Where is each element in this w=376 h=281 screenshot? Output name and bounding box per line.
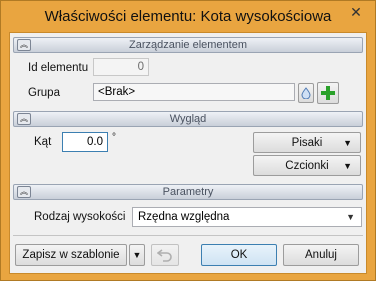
dialog-content: ︽ Zarządzanie elementem Id elementu 0 Gr… [9,32,367,274]
id-field: 0 [93,58,149,76]
ok-button[interactable]: OK [201,244,277,266]
angle-value: 0.0 [87,136,103,148]
cancel-button[interactable]: Anuluj [283,244,359,266]
save-template-label: Zapisz w szablonie [22,249,120,261]
height-type-select[interactable]: Rzędna względna ▼ [132,207,362,227]
chevron-down-icon: ▼ [132,250,142,260]
window-title: Właściwości elementu: Kota wysokościowa [44,7,332,25]
collapse-toggle[interactable]: ︽ [17,39,31,51]
group-picker-button[interactable] [298,83,314,103]
chevron-up-icon: ︽ [20,114,28,123]
chevron-down-icon: ▼ [346,212,355,222]
chevron-up-icon: ︽ [20,40,28,49]
ok-label: OK [230,249,248,261]
section-header-appearance[interactable]: ︽ Wygląd [13,111,363,127]
add-group-button[interactable] [317,82,339,104]
id-value: 0 [137,61,144,73]
collapse-toggle[interactable]: ︽ [17,113,31,125]
height-type-value: Rzędna względna [138,211,230,223]
save-template-menu-button[interactable]: ▼ [129,244,145,266]
pens-button[interactable]: Pisaki ▼ [253,132,361,153]
title-bar[interactable]: Właściwości elementu: Kota wysokościowa … [1,1,375,31]
id-label: Id elementu [28,62,89,74]
undo-icon [157,249,172,262]
group-label: Grupa [28,87,60,99]
angle-input[interactable]: 0.0 [62,132,108,152]
angle-unit: ° [112,132,116,143]
section-title: Zarządzanie elementem [128,39,247,51]
dialog-window: Właściwości elementu: Kota wysokościowa … [0,0,376,281]
group-field[interactable]: <Brak> [93,83,295,101]
chevron-down-icon: ▼ [343,137,352,148]
height-type-label: Rodzaj wysokości [34,211,126,223]
pens-label: Pisaki [291,136,323,149]
plus-icon [321,86,335,100]
fonts-button[interactable]: Czcionki ▼ [253,155,361,176]
close-icon: ✕ [350,3,362,20]
save-template-button[interactable]: Zapisz w szablonie [15,244,127,266]
undo-button[interactable] [151,244,179,266]
section-header-parameters[interactable]: ︽ Parametry [13,184,363,200]
collapse-toggle[interactable]: ︽ [17,186,31,198]
chevron-up-icon: ︽ [20,187,28,196]
cancel-label: Anuluj [305,249,337,261]
section-title: Wygląd [169,113,207,125]
close-button[interactable]: ✕ [343,2,369,22]
chevron-down-icon: ▼ [343,160,352,171]
fonts-label: Czcionki [285,159,329,172]
drop-icon [301,87,311,99]
section-title: Parametry [162,186,214,198]
angle-label: Kąt [34,136,52,148]
group-value: <Brak> [98,86,136,98]
section-header-management[interactable]: ︽ Zarządzanie elementem [13,37,363,53]
footer-divider [13,235,363,236]
